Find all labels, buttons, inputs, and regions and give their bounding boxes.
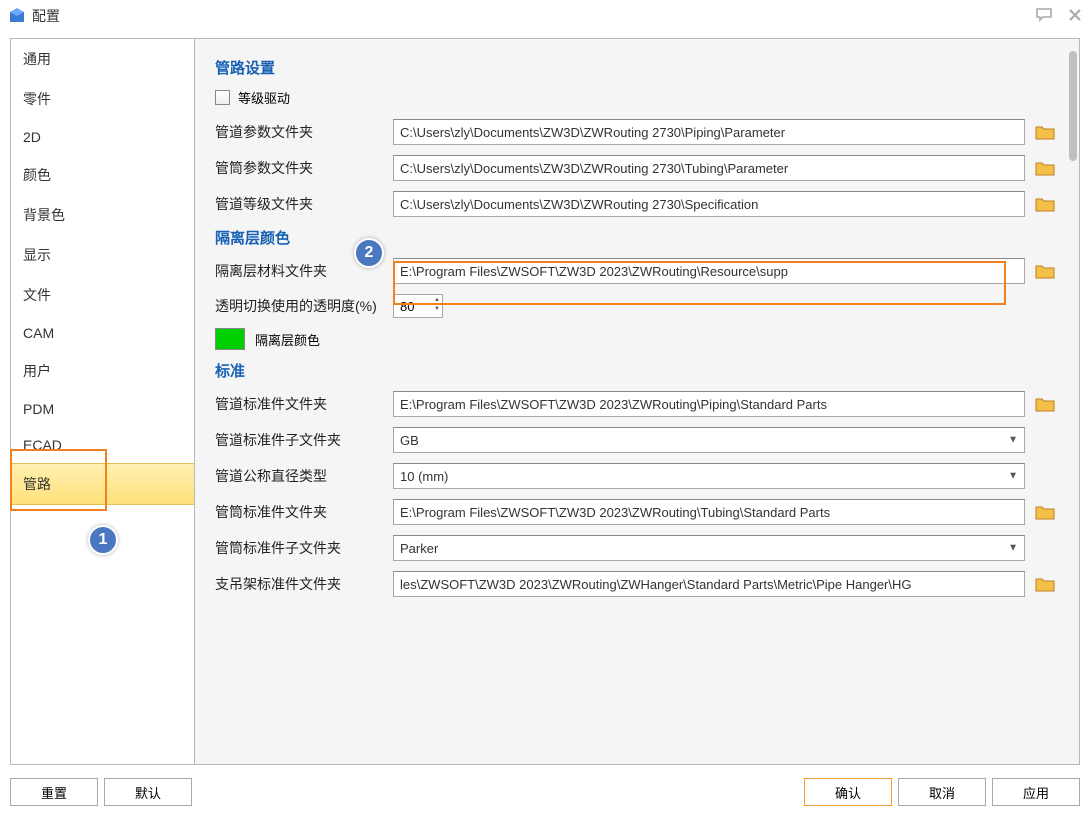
sidebar-item-label: 背景色 (23, 207, 65, 223)
folder-icon[interactable] (1035, 262, 1055, 280)
chevron-down-icon: ▼ (1008, 543, 1018, 554)
sidebar-item-bgcolor[interactable]: 背景色 (11, 195, 194, 235)
cancel-button[interactable]: 取消 (898, 778, 986, 806)
titlebar: 配置 (0, 0, 1090, 32)
tube-std-folder-input[interactable]: E:\Program Files\ZWSOFT\ZW3D 2023\ZWRout… (393, 499, 1025, 525)
tube-std-folder-label: 管筒标准件文件夹 (215, 502, 393, 522)
sidebar-item-label: 管路 (23, 476, 51, 492)
pipe-spec-folder-input[interactable]: C:\Users\zly\Documents\ZW3D\ZWRouting 27… (393, 191, 1025, 217)
main-area: 通用 零件 2D 颜色 背景色 显示 文件 CAM 用户 PDM ECAD 管路… (10, 38, 1080, 765)
window-title: 配置 (32, 6, 60, 26)
pipe-spec-folder-label: 管道等级文件夹 (215, 194, 393, 214)
grade-driven-label: 等级驱动 (238, 88, 290, 107)
pipe-std-subfolder-label: 管道标准件子文件夹 (215, 430, 393, 450)
pipe-std-folder-label: 管道标准件文件夹 (215, 394, 393, 414)
content-panel: 管路设置 等级驱动 管道参数文件夹 C:\Users\zly\Documents… (195, 39, 1079, 764)
folder-icon[interactable] (1035, 575, 1055, 593)
close-icon[interactable] (1068, 8, 1082, 25)
insulation-material-folder-input[interactable]: E:\Program Files\ZWSOFT\ZW3D 2023\ZWRout… (393, 258, 1025, 284)
tube-param-folder-input[interactable]: C:\Users\zly\Documents\ZW3D\ZWRouting 27… (393, 155, 1025, 181)
feedback-icon[interactable] (1036, 8, 1054, 25)
folder-icon[interactable] (1035, 159, 1055, 177)
sidebar-item-label: 通用 (23, 51, 51, 67)
spin-up-icon[interactable]: ▲ (434, 296, 440, 305)
section-routing-settings-title: 管路设置 (215, 57, 1055, 78)
section-insulation-color-title: 隔离层颜色 (215, 227, 1055, 248)
sidebar-item-routing[interactable]: 管路 (11, 463, 194, 505)
ok-button[interactable]: 确认 (804, 778, 892, 806)
apply-button[interactable]: 应用 (992, 778, 1080, 806)
transparency-label: 透明切换使用的透明度(%) (215, 296, 393, 316)
spin-down-icon[interactable]: ▼ (434, 305, 440, 314)
sidebar-item-label: 显示 (23, 247, 51, 263)
insulation-color-swatch[interactable] (215, 328, 245, 350)
config-window: 配置 通用 零件 2D 颜色 背景色 显示 文件 CAM 用户 PDM ECAD… (0, 0, 1090, 813)
footer: 重置 默认 确认 取消 应用 (0, 771, 1090, 813)
section-standard-title: 标准 (215, 360, 1055, 381)
sidebar-item-ecad[interactable]: ECAD (11, 427, 194, 463)
sidebar-item-color[interactable]: 颜色 (11, 155, 194, 195)
sidebar: 通用 零件 2D 颜色 背景色 显示 文件 CAM 用户 PDM ECAD 管路 (11, 39, 195, 764)
tube-std-subfolder-combo[interactable]: Parker▼ (393, 535, 1025, 561)
sidebar-item-pdm[interactable]: PDM (11, 391, 194, 427)
folder-icon[interactable] (1035, 503, 1055, 521)
folder-icon[interactable] (1035, 123, 1055, 141)
annotation-badge-1: 1 (88, 525, 118, 555)
sidebar-item-label: 零件 (23, 91, 51, 107)
chevron-down-icon: ▼ (1008, 435, 1018, 446)
pipe-std-folder-input[interactable]: E:\Program Files\ZWSOFT\ZW3D 2023\ZWRout… (393, 391, 1025, 417)
insulation-color-label: 隔离层颜色 (255, 330, 320, 349)
sidebar-item-cam[interactable]: CAM (11, 315, 194, 351)
folder-icon[interactable] (1035, 195, 1055, 213)
tube-std-subfolder-label: 管筒标准件子文件夹 (215, 538, 393, 558)
sidebar-item-label: PDM (23, 401, 54, 417)
pipe-std-subfolder-combo[interactable]: GB▼ (393, 427, 1025, 453)
sidebar-item-general[interactable]: 通用 (11, 39, 194, 79)
tube-param-folder-label: 管筒参数文件夹 (215, 158, 393, 178)
reset-button[interactable]: 重置 (10, 778, 98, 806)
sidebar-item-label: CAM (23, 325, 54, 341)
default-button[interactable]: 默认 (104, 778, 192, 806)
sidebar-item-display[interactable]: 显示 (11, 235, 194, 275)
folder-icon[interactable] (1035, 395, 1055, 413)
pipe-param-folder-label: 管道参数文件夹 (215, 122, 393, 142)
content-scrollbar[interactable] (1069, 51, 1077, 161)
annotation-badge-2: 2 (354, 238, 384, 268)
sidebar-item-label: 文件 (23, 287, 51, 303)
pipe-nominal-diameter-label: 管道公称直径类型 (215, 466, 393, 486)
sidebar-item-label: 用户 (23, 363, 51, 379)
hanger-std-folder-label: 支吊架标准件文件夹 (215, 574, 393, 594)
sidebar-item-part[interactable]: 零件 (11, 79, 194, 119)
sidebar-item-label: 2D (23, 129, 41, 145)
sidebar-item-label: 颜色 (23, 167, 51, 183)
sidebar-item-file[interactable]: 文件 (11, 275, 194, 315)
hanger-std-folder-input[interactable]: les\ZWSOFT\ZW3D 2023\ZWRouting\ZWHanger\… (393, 571, 1025, 597)
chevron-down-icon: ▼ (1008, 471, 1018, 482)
sidebar-item-user[interactable]: 用户 (11, 351, 194, 391)
grade-driven-checkbox[interactable] (215, 90, 230, 105)
transparency-spinner[interactable]: 80 ▲▼ (393, 294, 443, 318)
sidebar-item-2d[interactable]: 2D (11, 119, 194, 155)
pipe-nominal-diameter-combo[interactable]: 10 (mm)▼ (393, 463, 1025, 489)
sidebar-item-label: ECAD (23, 437, 62, 453)
pipe-param-folder-input[interactable]: C:\Users\zly\Documents\ZW3D\ZWRouting 27… (393, 119, 1025, 145)
app-icon (8, 7, 26, 25)
